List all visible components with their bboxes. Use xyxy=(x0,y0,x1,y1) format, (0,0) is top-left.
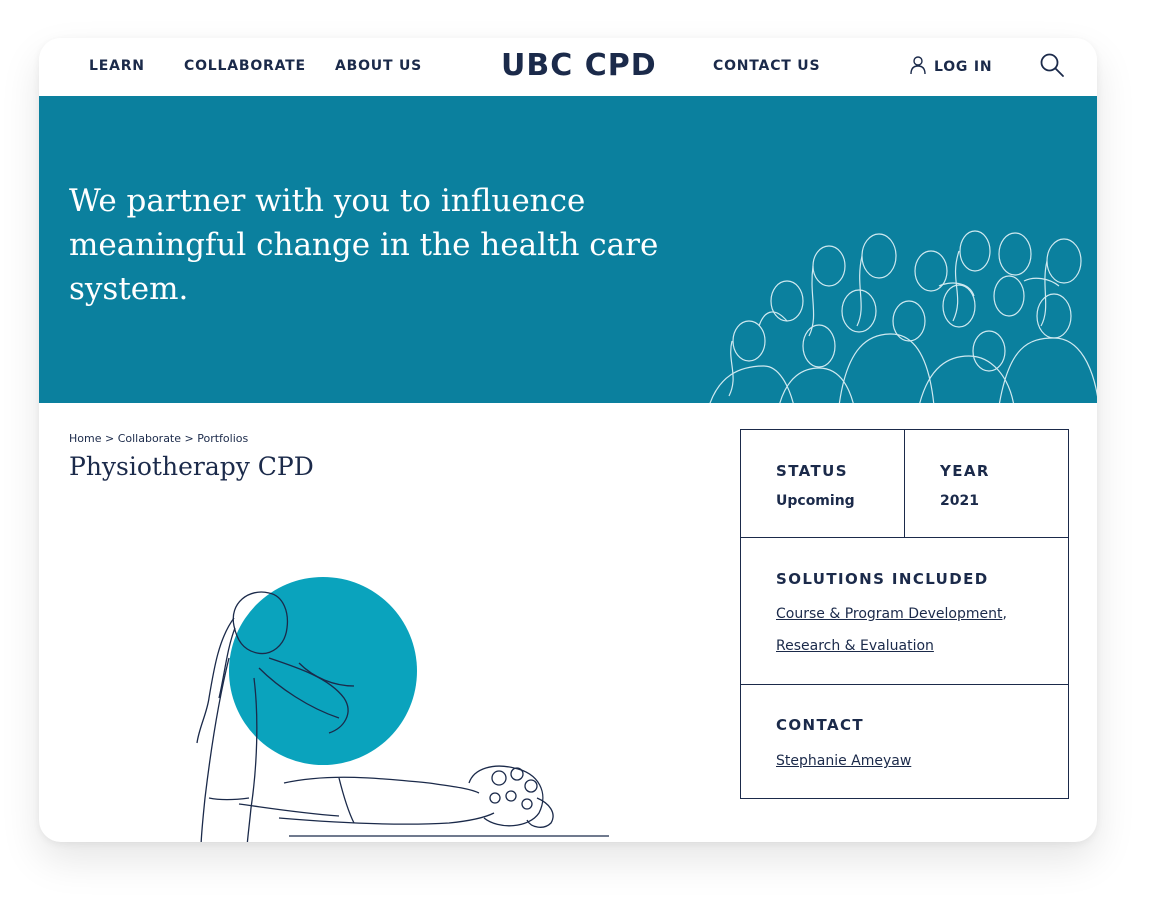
login-button[interactable]: LOG IN xyxy=(910,55,992,79)
contact-label: CONTACT xyxy=(776,716,865,734)
login-label: LOG IN xyxy=(934,59,993,75)
nav-collaborate[interactable]: COLLABORATE xyxy=(184,58,306,74)
year-label: YEAR xyxy=(940,462,990,480)
breadcrumb[interactable]: Home > Collaborate > Portfolios xyxy=(69,432,248,445)
year-value: 2021 xyxy=(940,493,979,509)
physiotherapy-illustration xyxy=(196,577,609,842)
user-icon xyxy=(910,55,926,79)
nav-learn[interactable]: LEARN xyxy=(89,58,145,74)
contact-name-link[interactable]: Stephanie Ameyaw xyxy=(776,753,911,769)
status-value: Upcoming xyxy=(776,493,855,509)
hero-headline: We partner with you to influence meaning… xyxy=(69,183,659,307)
solutions-links: Course & Program Development, xyxy=(776,603,1007,622)
status-cell: STATUS Upcoming xyxy=(741,430,904,537)
portfolio-info-panel: STATUS Upcoming YEAR 2021 SOLUTIONS INCL… xyxy=(740,429,1069,799)
nav-contact-us[interactable]: CONTACT US xyxy=(713,58,820,74)
page-title: Physiotherapy CPD xyxy=(69,452,314,481)
solutions-row: SOLUTIONS INCLUDED Course & Program Deve… xyxy=(741,538,1068,685)
search-icon[interactable] xyxy=(1039,52,1065,82)
status-year-row: STATUS Upcoming YEAR 2021 xyxy=(741,430,1068,538)
brand-logo[interactable]: UBC CPD xyxy=(501,48,657,83)
crowd-line-illustration xyxy=(709,230,1097,403)
page-frame: LEARN COLLABORATE ABOUT US UBC CPD CONTA… xyxy=(39,38,1097,842)
solution-separator: , xyxy=(1002,606,1007,622)
hero-banner: We partner with you to influence meaning… xyxy=(39,96,1097,403)
contact-row: CONTACT Stephanie Ameyaw xyxy=(741,685,1068,798)
solution-course-program-link[interactable]: Course & Program Development xyxy=(776,606,1002,622)
solution-research-evaluation-link[interactable]: Research & Evaluation xyxy=(776,638,934,654)
solutions-label: SOLUTIONS INCLUDED xyxy=(776,570,989,588)
nav-about-us[interactable]: ABOUT US xyxy=(335,58,422,74)
status-label: STATUS xyxy=(776,462,848,480)
year-cell: YEAR 2021 xyxy=(904,430,1068,537)
top-nav: LEARN COLLABORATE ABOUT US UBC CPD CONTA… xyxy=(39,38,1097,96)
